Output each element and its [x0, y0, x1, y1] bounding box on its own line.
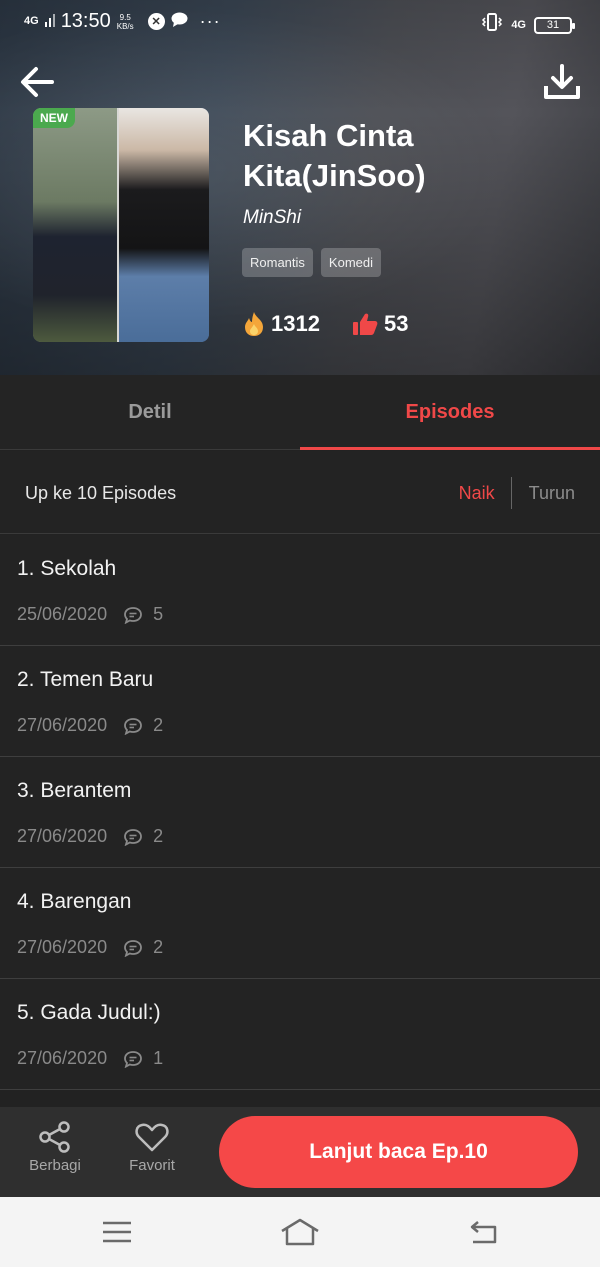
arrow-left-icon [21, 67, 54, 97]
episode-list: 1. Sekolah 25/06/2020 5 2. Temen Baru 27… [0, 535, 600, 1090]
close-notification-icon: ✕ [147, 13, 165, 30]
episode-item[interactable]: 5. Gada Judul:) 27/06/2020 1 [0, 979, 600, 1090]
episode-item[interactable]: 4. Barengan 27/06/2020 2 [0, 868, 600, 979]
home-icon [281, 1218, 319, 1246]
share-icon [39, 1121, 70, 1153]
comic-cover-image: NEW [33, 108, 209, 342]
comment-icon [124, 939, 142, 957]
episode-count: Up ke 10 Episodes [25, 483, 177, 503]
genre-tag[interactable]: Komedi [320, 248, 381, 277]
new-badge: NEW [33, 108, 75, 128]
sort-toggle: Naik Turun [459, 477, 575, 509]
episode-date: 25/06/2020 [17, 604, 108, 624]
battery-icon: 31 [534, 16, 575, 34]
views-stat: 1312 [243, 311, 320, 337]
likes-stat: 53 [352, 311, 408, 337]
episode-comments: 2 [123, 715, 163, 736]
comic-header: 4G 13:50 9.5 KB/s ✕ ··· 4G 31 NEW Kisah … [0, 0, 600, 375]
favorite-button[interactable]: Favorit [112, 1121, 192, 1174]
episode-item[interactable]: 1. Sekolah 25/06/2020 5 [0, 535, 600, 646]
episode-title: 3. Berantem [17, 779, 132, 802]
home-nav-button[interactable] [280, 1215, 320, 1249]
continue-reading-button[interactable]: Lanjut baca Ep.10 [219, 1116, 578, 1188]
network-speed: 9.5 KB/s [116, 12, 134, 31]
comment-icon [124, 1050, 142, 1068]
tab-episodes[interactable]: Episodes [300, 375, 600, 450]
tab-detail[interactable]: Detil [0, 375, 300, 449]
comment-icon [124, 606, 142, 624]
clock: 13:50 [60, 10, 111, 32]
network-indicator: 4G [24, 15, 39, 27]
share-button[interactable]: Berbagi [15, 1121, 95, 1174]
heart-icon [135, 1123, 169, 1152]
download-icon [544, 64, 580, 99]
episode-sort-bar: Up ke 10 Episodes Naik Turun [0, 451, 600, 534]
episode-comments: 5 [123, 604, 163, 625]
episode-title: 1. Sekolah [17, 557, 117, 580]
favorite-label: Favorit [129, 1157, 175, 1174]
episode-title: 2. Temen Baru [17, 668, 154, 691]
menu-nav-button[interactable] [97, 1215, 137, 1249]
more-notifications-icon: ··· [199, 11, 221, 31]
fire-icon [245, 312, 263, 336]
comment-icon [124, 828, 142, 846]
sort-ascending-button[interactable]: Naik [459, 483, 511, 504]
cover-left-photo [33, 108, 117, 342]
back-nav-button[interactable] [463, 1215, 503, 1249]
thumbs-up-icon [352, 313, 378, 335]
episode-comments: 2 [123, 826, 163, 847]
episode-item[interactable]: 2. Temen Baru 27/06/2020 2 [0, 646, 600, 757]
sort-descending-button[interactable]: Turun [512, 483, 575, 504]
tab-bar: Detil Episodes [0, 375, 600, 450]
episode-date: 27/06/2020 [17, 1048, 108, 1068]
episode-date: 27/06/2020 [17, 715, 108, 735]
comic-stats: 1312 53 [243, 311, 440, 337]
episode-comments: 1 [123, 1048, 163, 1069]
back-button[interactable] [18, 62, 58, 102]
cover-right-photo [119, 108, 209, 342]
menu-icon [103, 1221, 131, 1243]
episode-title: 4. Barengan [17, 890, 132, 913]
system-navigation-bar [0, 1197, 600, 1267]
comic-title: Kisah Cinta Kita(JinSoo) [243, 118, 426, 193]
episode-comments: 2 [123, 937, 163, 958]
episode-date: 27/06/2020 [17, 826, 108, 846]
episode-title: 5. Gada Judul:) [17, 1001, 161, 1024]
bottom-action-bar: Berbagi Favorit Lanjut baca Ep.10 [0, 1107, 600, 1197]
vibrate-icon [481, 12, 503, 38]
status-bar: 4G 13:50 9.5 KB/s ✕ ··· 4G 31 [0, 0, 600, 46]
genre-tag[interactable]: Romantis [242, 248, 313, 277]
share-label: Berbagi [29, 1157, 81, 1174]
back-nav-icon [470, 1221, 497, 1244]
comic-author: MinShi [243, 207, 302, 228]
episode-date: 27/06/2020 [17, 937, 108, 957]
comment-icon [124, 717, 142, 735]
signal-icon [44, 10, 55, 33]
chat-notification-icon [171, 10, 188, 33]
episode-item[interactable]: 3. Berantem 27/06/2020 2 [0, 757, 600, 868]
network-indicator-right: 4G [511, 18, 526, 31]
download-button[interactable] [542, 62, 582, 102]
genre-tags: Romantis Komedi [242, 248, 381, 277]
